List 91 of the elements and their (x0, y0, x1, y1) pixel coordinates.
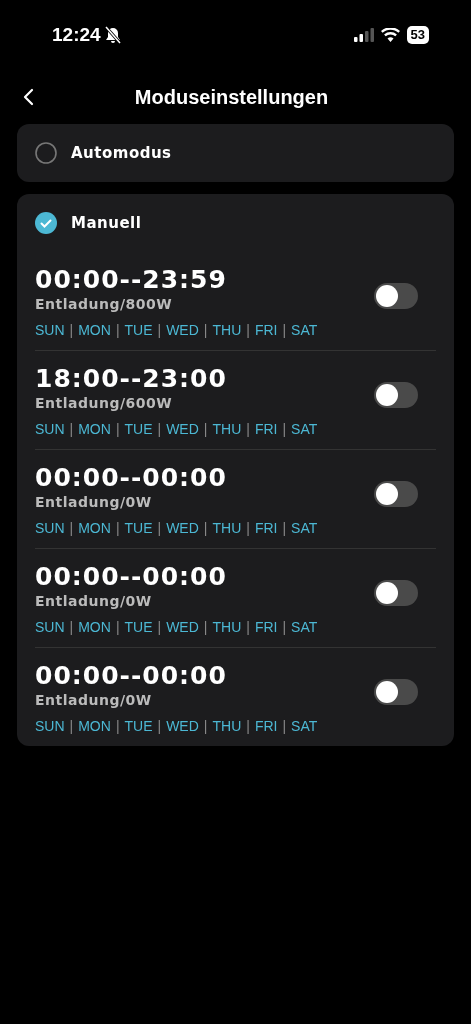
weekday: MON (78, 420, 111, 437)
separator: | (115, 519, 120, 536)
weekday: SUN (35, 420, 65, 437)
power-label: Entladung/0W (35, 690, 153, 709)
weekday: TUE (124, 519, 153, 536)
separator: | (282, 420, 287, 437)
power-label: Entladung/600W (35, 393, 174, 412)
separator: | (246, 420, 250, 437)
separator: | (203, 618, 208, 635)
time-range: 00:00--23:59 (35, 264, 228, 295)
separator: | (282, 618, 287, 635)
separator: | (69, 717, 74, 734)
separator: | (203, 519, 208, 536)
weekday: FRI (254, 618, 278, 635)
weekday: THU (212, 519, 242, 536)
weekday: TUE (124, 618, 153, 635)
separator: | (69, 618, 74, 635)
separator: | (157, 618, 162, 635)
weekday: THU (212, 321, 242, 338)
separator: | (246, 519, 250, 536)
radio-icon[interactable] (35, 142, 57, 164)
weekday: SAT (291, 519, 318, 536)
weekday: WED (166, 519, 199, 536)
time-range: 00:00--00:00 (35, 561, 228, 592)
toggle-switch[interactable] (374, 283, 418, 309)
separator: | (203, 420, 208, 437)
power-label: Entladung/0W (35, 492, 153, 511)
battery-level: 53 (406, 26, 429, 44)
weekday: WED (166, 618, 199, 635)
separator: | (69, 420, 74, 437)
weekday: SAT (291, 321, 318, 338)
weekday: MON (78, 321, 111, 338)
weekday: TUE (124, 420, 153, 437)
weekday: FRI (254, 519, 278, 536)
time-range: 00:00--00:00 (35, 462, 228, 493)
weekday: SUN (35, 519, 65, 536)
toggle-switch[interactable] (374, 580, 418, 606)
page-title: Moduseinstellungen (133, 85, 330, 109)
back-icon[interactable] (22, 88, 34, 106)
separator: | (115, 420, 120, 437)
separator: | (69, 519, 74, 536)
weekday: MON (78, 519, 111, 536)
power-label: Entladung/0W (35, 591, 153, 610)
power-label: Entladung/800W (35, 294, 174, 313)
separator: | (157, 717, 162, 734)
weekday: THU (212, 420, 242, 437)
time-range: 18:00--23:00 (35, 363, 228, 394)
signal-icon (353, 28, 374, 42)
toggle-switch[interactable] (374, 679, 418, 705)
separator: | (246, 717, 250, 734)
separator: | (115, 321, 120, 338)
separator: | (282, 519, 287, 536)
separator: | (157, 321, 162, 338)
weekday: TUE (124, 717, 153, 734)
separator: | (203, 717, 208, 734)
toggle-switch[interactable] (374, 382, 418, 408)
separator: | (69, 321, 74, 338)
weekday: FRI (254, 321, 278, 338)
separator: | (115, 618, 120, 635)
status-time: 12:24 (52, 24, 101, 46)
weekday: SUN (35, 717, 65, 734)
time-range: 00:00--00:00 (35, 660, 228, 691)
weekday: SUN (35, 618, 65, 635)
weekday: SAT (291, 618, 318, 635)
weekday: SAT (291, 717, 318, 734)
separator: | (157, 420, 162, 437)
weekday: SAT (291, 420, 318, 437)
weekday: WED (166, 321, 199, 338)
weekday: THU (212, 717, 242, 734)
separator: | (157, 519, 162, 536)
weekday: MON (78, 717, 111, 734)
mode-label: Automodus (71, 144, 172, 162)
toggle-switch[interactable] (374, 481, 418, 507)
weekday: WED (166, 420, 199, 437)
separator: | (246, 321, 250, 338)
separator: | (115, 717, 120, 734)
separator: | (246, 618, 250, 635)
separator: | (203, 321, 208, 338)
weekday: MON (78, 618, 111, 635)
weekday: WED (166, 717, 199, 734)
radio-checked-icon[interactable] (35, 212, 57, 234)
separator: | (282, 717, 287, 734)
bell-muted-icon (104, 26, 121, 44)
weekday: TUE (124, 321, 153, 338)
weekday: THU (212, 618, 242, 635)
mode-label: Manuell (71, 214, 142, 232)
weekday: FRI (254, 717, 278, 734)
separator: | (282, 321, 287, 338)
weekday: FRI (254, 420, 278, 437)
wifi-icon (380, 28, 400, 42)
weekday: SUN (35, 321, 65, 338)
